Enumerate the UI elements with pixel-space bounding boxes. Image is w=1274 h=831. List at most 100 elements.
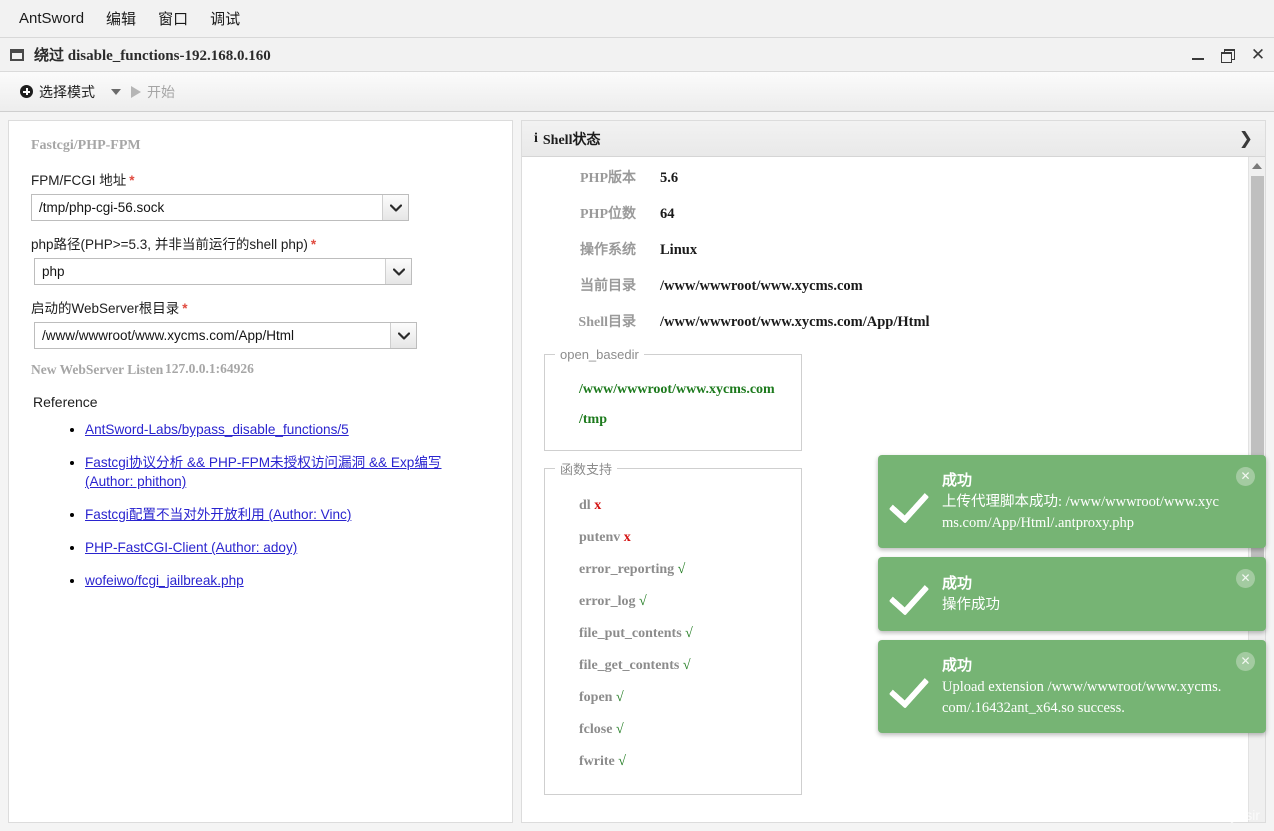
list-item: wofeiwo/fcgi_jailbreak.php — [85, 571, 490, 590]
menu-item-antsword[interactable]: AntSword — [8, 6, 95, 31]
toast-title: 成功 — [942, 473, 973, 489]
field-label-fpm-fcgi-address: FPM/FCGI 地址 * — [31, 169, 490, 189]
field-label-php-path: php路径(PHP>=5.3, 并非当前运行的shell php) * — [31, 233, 490, 253]
chevron-down-icon[interactable] — [382, 195, 408, 220]
status-key: PHP版本 — [580, 171, 636, 186]
main-content: Fastcgi/PHP-FPM FPM/FCGI 地址 * /tmp/php-cg… — [0, 112, 1274, 831]
open-basedir-legend: open_basedir — [560, 347, 639, 362]
field-label-webserver-root: 启动的WebServer根目录 * — [31, 297, 490, 317]
select-value-fpm-fcgi-address: /tmp/php-cgi-56.sock — [39, 200, 165, 215]
field-fpm-fcgi-address: FPM/FCGI 地址 * /tmp/php-cgi-56.sock — [31, 169, 490, 221]
app-menu-bar: AntSword 编辑 窗口 调试 — [0, 0, 1274, 38]
shell-status-header[interactable]: i Shell状态 ❯ — [522, 121, 1265, 157]
close-icon[interactable]: ✕ — [1250, 46, 1266, 63]
function-name: putenv — [579, 530, 621, 545]
reference-link[interactable]: Fastcgi协议分析 && PHP-FPM未授权访问漏洞 && Exp编写 (… — [85, 455, 442, 489]
select-fpm-fcgi-address[interactable]: /tmp/php-cgi-56.sock — [31, 194, 409, 221]
toast-body: 成功 Upload extension /www/wwwroot/www.xyc… — [942, 654, 1254, 719]
label-text: 启动的WebServer根目录 — [31, 301, 180, 316]
select-php-path[interactable]: php — [34, 258, 412, 285]
toolbar: 选择模式 开始 — [0, 72, 1274, 112]
status-value: Linux — [660, 242, 698, 258]
toast-notification: 成功 Upload extension /www/wwwroot/www.xyc… — [878, 640, 1266, 733]
select-mode-button[interactable]: 选择模式 — [14, 78, 101, 106]
check-icon: √ — [615, 722, 624, 737]
field-webserver-root: 启动的WebServer根目录 * /www/wwwroot/www.xycms.… — [31, 297, 490, 349]
cross-icon: x — [623, 530, 631, 545]
status-value: /www/wwwroot/www.xycms.com — [660, 278, 863, 294]
plus-circle-icon — [20, 85, 33, 98]
function-item: dl x — [579, 498, 791, 514]
info-icon: i — [534, 130, 538, 146]
toast-container: 成功 上传代理脚本成功: /www/wwwroot/www.xycms.com/… — [878, 455, 1266, 733]
function-name: error_log — [579, 594, 636, 609]
form-group-title: Fastcgi/PHP-FPM — [31, 138, 141, 153]
reference-link[interactable]: wofeiwo/fcgi_jailbreak.php — [85, 573, 244, 588]
select-webserver-root[interactable]: /www/wwwroot/www.xycms.com/App/Html — [34, 322, 417, 349]
toast-title: 成功 — [942, 576, 973, 592]
window-titlebar: 绕过 disable_functions-192.168.0.160 ✕ — [0, 38, 1274, 72]
chevron-down-icon[interactable] — [390, 323, 416, 348]
status-row-os: 操作系统 Linux — [540, 239, 1237, 259]
toast-message: 操作成功 — [942, 597, 1000, 613]
close-icon[interactable]: ✕ — [1236, 569, 1255, 588]
maximize-restore-icon[interactable] — [1220, 47, 1236, 63]
menu-item-edit[interactable]: 编辑 — [95, 4, 147, 33]
function-name: fopen — [579, 690, 613, 705]
check-icon — [888, 664, 934, 710]
status-key: 当前目录 — [580, 279, 636, 294]
status-key: PHP位数 — [580, 207, 636, 222]
function-name: fclose — [579, 722, 613, 737]
field-php-path: php路径(PHP>=5.3, 并非当前运行的shell php) * php — [31, 233, 490, 285]
start-button[interactable]: 开始 — [125, 78, 181, 106]
status-key: 操作系统 — [580, 243, 636, 258]
close-icon[interactable]: ✕ — [1236, 467, 1255, 486]
reference-link[interactable]: Fastcgi配置不当对外开放利用 (Author: Vinc) — [85, 507, 351, 522]
function-item: error_log √ — [579, 594, 791, 610]
select-value-php-path: php — [42, 264, 65, 279]
close-icon[interactable]: ✕ — [1236, 652, 1255, 671]
select-value-webserver-root: /www/wwwroot/www.xycms.com/App/Html — [42, 328, 295, 343]
new-webserver-listen-row: New WebServer Listen 127.0.0.1:64926 — [31, 361, 490, 378]
scroll-up-button[interactable] — [1249, 157, 1265, 174]
reference-link[interactable]: AntSword-Labs/bypass_disable_functions/5 — [85, 422, 349, 437]
fastcgi-form-panel: Fastcgi/PHP-FPM FPM/FCGI 地址 * /tmp/php-cg… — [8, 120, 513, 823]
window-icon — [10, 48, 24, 61]
list-item: PHP-FastCGI-Client (Author: adoy) — [85, 538, 490, 557]
function-support-legend: 函数支持 — [560, 462, 613, 477]
minimize-icon[interactable] — [1190, 47, 1206, 63]
function-item: fwrite √ — [579, 754, 791, 770]
status-row-php-bits: PHP位数 64 — [540, 203, 1237, 223]
toast-notification: 成功 上传代理脚本成功: /www/wwwroot/www.xycms.com/… — [878, 455, 1266, 548]
check-icon: √ — [677, 562, 686, 577]
label-text: FPM/FCGI 地址 — [31, 173, 127, 188]
chevron-down-icon[interactable] — [385, 259, 411, 284]
window-controls: ✕ — [1190, 38, 1266, 71]
function-item: putenv x — [579, 530, 791, 546]
reference-link[interactable]: PHP-FastCGI-Client (Author: adoy) — [85, 540, 297, 555]
chevron-down-icon[interactable] — [111, 88, 121, 95]
function-item: file_put_contents √ — [579, 626, 791, 642]
status-value: /www/wwwroot/www.xycms.com/App/Html — [660, 314, 930, 330]
menu-item-debug[interactable]: 调试 — [199, 4, 251, 33]
reference-list: AntSword-Labs/bypass_disable_functions/5… — [31, 420, 490, 590]
list-item: AntSword-Labs/bypass_disable_functions/5 — [85, 420, 490, 439]
start-label: 开始 — [147, 83, 175, 100]
reference-heading: Reference — [33, 394, 98, 410]
menu-item-window[interactable]: 窗口 — [147, 4, 199, 33]
open-basedir-box: open_basedir /www/wwwroot/www.xycms.com … — [544, 347, 802, 451]
status-value: 64 — [660, 206, 675, 222]
chevron-right-icon[interactable]: ❯ — [1239, 129, 1253, 149]
check-icon: √ — [639, 594, 647, 609]
required-marker: * — [182, 301, 188, 316]
toast-message: Upload extension /www/wwwroot/www.xycms.… — [942, 679, 1222, 716]
toast-body: 成功 上传代理脚本成功: /www/wwwroot/www.xycms.com/… — [942, 469, 1254, 534]
open-basedir-item: /www/wwwroot/www.xycms.com — [579, 382, 775, 397]
function-name: file_get_contents — [579, 658, 680, 673]
check-icon: √ — [615, 690, 624, 705]
check-icon: √ — [685, 626, 693, 641]
check-icon — [888, 479, 934, 525]
new-webserver-listen-key: New WebServer Listen — [31, 362, 164, 377]
toast-message: 上传代理脚本成功: /www/wwwroot/www.xycms.com/App… — [942, 494, 1219, 531]
required-marker: * — [129, 173, 135, 188]
